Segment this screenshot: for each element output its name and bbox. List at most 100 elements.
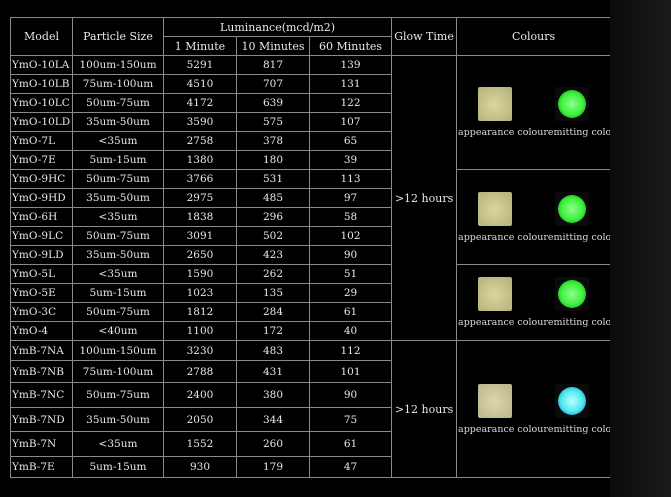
cell-1-minute: 4510 [163, 74, 237, 94]
emitting-colour-swatch [554, 87, 589, 121]
cell-60-minutes: 51 [308, 264, 393, 284]
cell-model: YmO-9LC [10, 226, 73, 246]
cell-model: YmB-7NA [10, 340, 73, 361]
swatch-row [458, 277, 610, 311]
swatch-labels: appearance colouremitting colour [458, 317, 610, 328]
table-row: YmO-10LA 100um-150um 5291 817 139 >12 hours ap… [10, 55, 612, 341]
emitting-colour-swatch [554, 191, 589, 226]
cell-particle-size: 50um-75um [72, 226, 164, 246]
swatch-row [458, 383, 610, 418]
cell-model: YmO-10LD [10, 112, 73, 132]
cell-particle-size: 50um-75um [72, 93, 164, 113]
cell-model: YmO-10LC [10, 93, 73, 113]
cell-1-minute: 930 [163, 456, 237, 478]
cell-60-minutes: 61 [308, 302, 393, 322]
cell-model: YmO-10LA [10, 55, 73, 75]
cell-60-minutes: 139 [308, 55, 393, 75]
cell-particle-size: 50um-75um [72, 302, 164, 322]
cell-1-minute: 3590 [163, 112, 237, 132]
cell-glow-time: >12 hours [391, 340, 458, 478]
cell-1-minute: 1380 [163, 150, 237, 170]
cell-particle-size: 35um-50um [72, 245, 164, 265]
cell-model: YmO-5L [10, 264, 73, 284]
cell-1-minute: 2758 [163, 131, 237, 151]
cell-60-minutes: 40 [308, 321, 393, 341]
cell-1-minute: 1590 [163, 264, 237, 284]
colour-swatches: appearance colouremitting colour [458, 383, 610, 435]
cell-60-minutes: 65 [308, 131, 393, 151]
appearance-colour-swatch [478, 277, 513, 311]
cell-model: YmO-7L [10, 131, 73, 151]
colour-swatches: appearance colouremitting colour [458, 191, 610, 243]
cell-particle-size: 35um-50um [72, 112, 164, 132]
cell-60-minutes: 29 [308, 283, 393, 303]
header-10-minutes: 10 Minutes [236, 36, 310, 56]
cell-60-minutes: 39 [308, 150, 393, 170]
cell-1-minute: 1838 [163, 207, 237, 227]
cell-particle-size: <35um [72, 131, 164, 151]
cell-10-minutes: 531 [236, 169, 310, 189]
cell-10-minutes: 296 [236, 207, 310, 227]
page: Model Particle Size Luminance(mcd/m2) Gl… [0, 0, 671, 497]
cell-10-minutes: 707 [236, 74, 310, 94]
emitting-colour-label: emitting colour [547, 231, 610, 243]
appearance-colour-swatch [478, 87, 513, 121]
cell-1-minute: 3766 [163, 169, 237, 189]
appearance-colour-label: appearance colour [458, 423, 548, 435]
cell-model: YmB-7NC [10, 382, 73, 408]
cell-1-minute: 2050 [163, 407, 237, 432]
cell-particle-size: 5um-15um [72, 456, 164, 478]
cell-particle-size: 35um-50um [72, 188, 164, 208]
header-luminance: Luminance(mcd/m2) [162, 17, 393, 37]
cell-model: YmO-6H [10, 207, 73, 227]
header-1-minute: 1 Minute [163, 36, 237, 56]
cell-1-minute: 1100 [163, 321, 237, 341]
cell-1-minute: 5291 [163, 55, 237, 75]
cell-colours: appearance colouremitting colour [456, 264, 612, 341]
cell-particle-size: 5um-15um [72, 283, 164, 303]
emitting-colour-swatch [554, 277, 589, 311]
cell-10-minutes: 575 [236, 112, 310, 132]
cell-particle-size: 50um-75um [72, 382, 164, 408]
cell-particle-size: <35um [72, 431, 164, 457]
swatch-row [458, 87, 610, 121]
cell-particle-size: <40um [72, 321, 164, 341]
cell-1-minute: 1023 [163, 283, 237, 303]
cell-10-minutes: 378 [236, 131, 310, 151]
cell-10-minutes: 380 [236, 382, 310, 408]
header-60-minutes: 60 Minutes [308, 36, 393, 56]
table-row: YmO-9HC 50um-75um 3766 531 113 appearance col… [10, 169, 612, 265]
cell-10-minutes: 431 [236, 360, 310, 383]
appearance-colour-label: appearance colour [458, 231, 548, 243]
cell-model: YmB-7E [10, 456, 73, 478]
cell-60-minutes: 131 [308, 74, 393, 94]
cell-model: YmB-7ND [10, 407, 73, 432]
swatch-row [458, 191, 610, 226]
cell-model: YmO-4 [10, 321, 73, 341]
swatch-labels: appearance colouremitting colour [458, 423, 610, 435]
appearance-colour-label: appearance colour [458, 127, 548, 138]
colour-swatches: appearance colouremitting colour [458, 277, 610, 328]
cell-60-minutes: 112 [308, 340, 393, 361]
cell-particle-size: 75um-100um [72, 74, 164, 94]
cell-10-minutes: 262 [236, 264, 310, 284]
cell-60-minutes: 47 [308, 456, 393, 478]
cell-model: YmO-9LD [10, 245, 73, 265]
appearance-colour-swatch [478, 191, 513, 226]
appearance-colour-swatch [478, 383, 513, 418]
header-glow-time: Glow Time [391, 17, 458, 56]
cell-10-minutes: 423 [236, 245, 310, 265]
cell-1-minute: 2788 [163, 360, 237, 383]
cell-60-minutes: 101 [308, 360, 393, 383]
cell-10-minutes: 284 [236, 302, 310, 322]
cell-1-minute: 2400 [163, 382, 237, 408]
emitting-colour-label: emitting colour [547, 423, 610, 435]
cell-particle-size: 50um-75um [72, 169, 164, 189]
cell-60-minutes: 90 [308, 382, 393, 408]
cell-model: YmO-9HD [10, 188, 73, 208]
cell-model: YmB-7N [10, 431, 73, 457]
cell-10-minutes: 483 [236, 340, 310, 361]
cell-10-minutes: 179 [236, 456, 310, 478]
appearance-colour-label: appearance colour [458, 317, 548, 328]
cell-60-minutes: 90 [308, 245, 393, 265]
